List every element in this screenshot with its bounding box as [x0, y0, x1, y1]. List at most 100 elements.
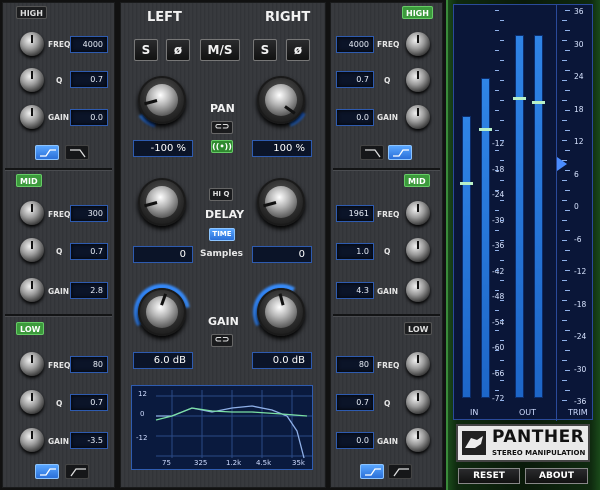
- pan-right-value[interactable]: 100 %: [252, 140, 312, 157]
- right-low-tag[interactable]: LOW: [404, 322, 433, 335]
- right-high-gain-knob[interactable]: [406, 105, 430, 129]
- right-mid-q-knob[interactable]: [406, 238, 430, 262]
- right-high-tag[interactable]: HIGH: [402, 6, 433, 19]
- trim-scale-tick: 36: [574, 7, 584, 16]
- meter-tick-mark: [500, 360, 504, 361]
- left-mid-tag[interactable]: MID: [16, 174, 42, 187]
- solo-left-button[interactable]: S: [134, 39, 158, 61]
- pan-mode-button[interactable]: ((•)): [211, 140, 233, 153]
- pan-right-knob[interactable]: [242, 61, 320, 139]
- delay-left-value[interactable]: 0: [133, 246, 193, 263]
- link-icon: ⊂⊃: [214, 335, 230, 345]
- right-high-q-field[interactable]: 0.7: [336, 71, 374, 88]
- left-high-cut-button[interactable]: [65, 145, 89, 160]
- phase-left-button[interactable]: ø: [166, 39, 190, 61]
- right-low-q-field[interactable]: 0.7: [336, 394, 374, 411]
- right-high-gain-field[interactable]: 0.0: [336, 109, 374, 126]
- meter-tick-mark: [500, 120, 504, 121]
- right-low-cut-button[interactable]: [388, 464, 412, 479]
- gain-label: GAIN: [377, 287, 399, 296]
- left-low-tag[interactable]: LOW: [16, 322, 45, 335]
- meter-scale-tick: -42: [492, 266, 505, 276]
- left-low-gain-knob[interactable]: [20, 428, 44, 452]
- left-low-freq-field[interactable]: 80: [70, 356, 108, 373]
- meter-tick-mark: [500, 180, 504, 181]
- right-high-freq-knob[interactable]: [406, 32, 430, 56]
- trim-tick-mark: [565, 390, 570, 391]
- right-mid-gain-field[interactable]: 4.3: [336, 282, 374, 299]
- trim-tick-mark: [562, 320, 567, 321]
- trim-scale-tick: -18: [574, 299, 587, 309]
- pan-left-value[interactable]: -100 %: [133, 140, 193, 157]
- right-low-freq-field[interactable]: 80: [336, 356, 374, 373]
- phase-right-button[interactable]: ø: [286, 39, 310, 61]
- gain-left-knob[interactable]: [123, 273, 201, 351]
- trim-tick-mark: [562, 240, 567, 241]
- right-low-freq-knob[interactable]: [406, 352, 430, 376]
- about-button[interactable]: ABOUT: [525, 468, 588, 484]
- right-high-shelf-button[interactable]: [388, 145, 412, 160]
- gain-left-value[interactable]: 6.0 dB: [133, 352, 193, 369]
- left-high-tag[interactable]: HIGH: [16, 6, 47, 19]
- pan-link-button[interactable]: ⊂⊃: [211, 121, 233, 134]
- left-high-shelf-button[interactable]: [35, 145, 59, 160]
- left-low-freq-knob[interactable]: [20, 352, 44, 376]
- right-mid-freq-knob[interactable]: [406, 201, 430, 225]
- left-high-gain-knob[interactable]: [20, 105, 44, 129]
- gain-right-knob[interactable]: [242, 273, 320, 351]
- hiq-button[interactable]: HI Q: [209, 188, 233, 201]
- right-mid-tag[interactable]: MID: [404, 174, 430, 187]
- peak-hold-marker: [532, 100, 545, 104]
- right-high-cut-button[interactable]: [360, 145, 384, 160]
- left-low-shelf-button[interactable]: [35, 464, 59, 479]
- delay-right-knob[interactable]: [253, 174, 309, 230]
- trim-tick-mark: [565, 270, 570, 271]
- left-low-gain-field[interactable]: -3.5: [70, 432, 108, 449]
- trim-scale-tick: -24: [574, 332, 587, 341]
- delay-right-value[interactable]: 0: [252, 246, 312, 263]
- meter-tick-mark: [495, 110, 499, 111]
- right-low-gain-knob[interactable]: [406, 428, 430, 452]
- right-mid-freq-field[interactable]: 1961: [336, 205, 374, 222]
- gain-link-button[interactable]: ⊂⊃: [211, 334, 233, 347]
- peak-hold-marker: [513, 96, 526, 100]
- eq-x-label: 35k: [292, 459, 305, 467]
- left-mid-freq-knob[interactable]: [20, 201, 44, 225]
- left-title: LEFT: [147, 10, 182, 25]
- right-low-shelf-button[interactable]: [360, 464, 384, 479]
- left-low-q-knob[interactable]: [20, 390, 44, 414]
- pan-left-knob[interactable]: [127, 65, 197, 135]
- left-high-q-field[interactable]: 0.7: [70, 71, 108, 88]
- trim-tick-mark: [565, 370, 570, 371]
- left-mid-gain-field[interactable]: 2.8: [70, 282, 108, 299]
- pan-label: PAN: [210, 102, 235, 115]
- reset-button[interactable]: RESET: [458, 468, 520, 484]
- left-high-q-knob[interactable]: [20, 68, 44, 92]
- left-mid-gain-knob[interactable]: [20, 278, 44, 302]
- ms-button[interactable]: M/S: [200, 39, 240, 61]
- right-high-q-knob[interactable]: [406, 68, 430, 92]
- left-high-freq-knob[interactable]: [20, 32, 44, 56]
- left-high-freq-field[interactable]: 4000: [70, 36, 108, 53]
- left-low-cut-button[interactable]: [65, 464, 89, 479]
- meter-tick-mark: [500, 20, 504, 21]
- delay-left-knob[interactable]: [134, 174, 190, 230]
- right-mid-q-field[interactable]: 1.0: [336, 243, 374, 260]
- gain-right-value[interactable]: 0.0 dB: [252, 352, 312, 369]
- right-mid-gain-knob[interactable]: [406, 278, 430, 302]
- solo-right-button[interactable]: S: [253, 39, 277, 61]
- time-button[interactable]: TIME: [209, 228, 235, 241]
- meter-tick-mark: [500, 240, 504, 241]
- left-mid-freq-field[interactable]: 300: [70, 205, 108, 222]
- right-low-q-knob[interactable]: [406, 390, 430, 414]
- left-mid-q-knob[interactable]: [20, 238, 44, 262]
- left-mid-q-field[interactable]: 0.7: [70, 243, 108, 260]
- right-low-gain-field[interactable]: 0.0: [336, 432, 374, 449]
- right-band-divider: [333, 314, 440, 316]
- right-high-freq-field[interactable]: 4000: [336, 36, 374, 53]
- meter-tick-mark: [500, 400, 504, 401]
- left-high-gain-field[interactable]: 0.0: [70, 109, 108, 126]
- left-low-q-field[interactable]: 0.7: [70, 394, 108, 411]
- trim-scale-tick: 0: [574, 202, 579, 211]
- eq-y-label: -12: [136, 434, 148, 442]
